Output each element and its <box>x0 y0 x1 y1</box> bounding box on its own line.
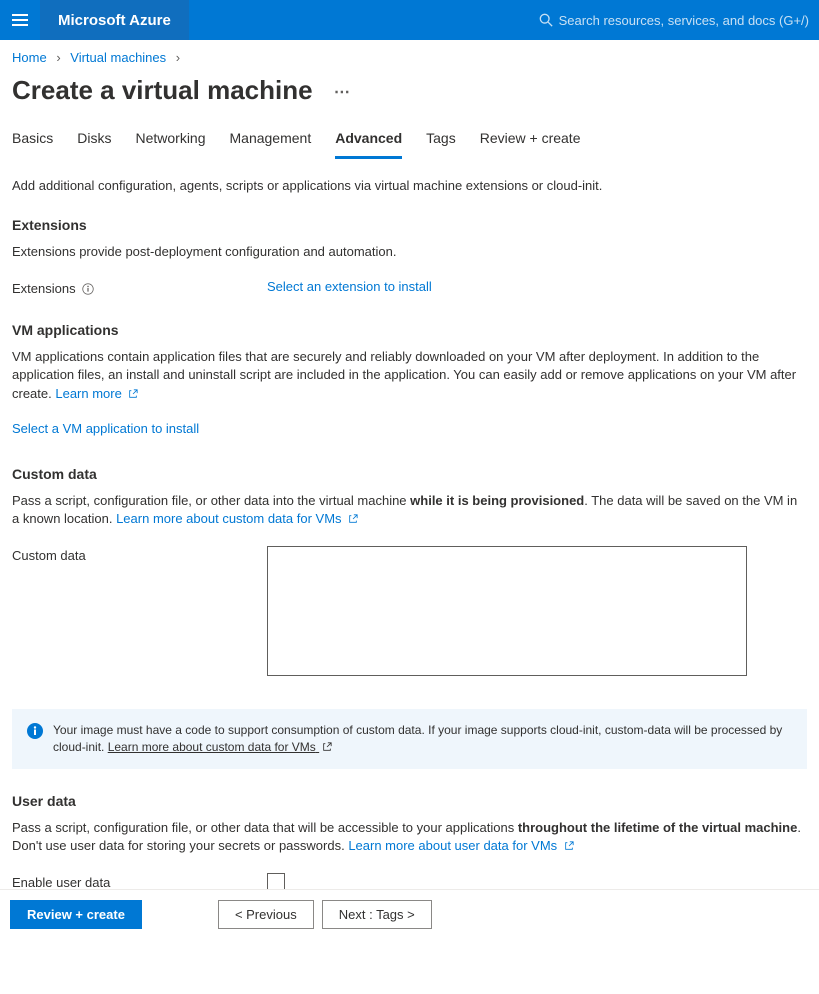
tab-basics[interactable]: Basics <box>12 124 53 159</box>
tab-review-create[interactable]: Review + create <box>480 124 581 159</box>
tab-networking[interactable]: Networking <box>135 124 205 159</box>
tab-tags[interactable]: Tags <box>426 124 456 159</box>
user-data-learn-more-link[interactable]: Learn more about user data for VMs <box>348 838 573 853</box>
breadcrumb: Home › Virtual machines › <box>0 40 819 71</box>
chevron-right-icon: › <box>56 50 60 65</box>
external-link-icon <box>128 389 138 399</box>
external-link-icon <box>564 841 574 851</box>
custom-data-learn-more-link[interactable]: Learn more about custom data for VMs <box>116 511 358 526</box>
tab-advanced[interactable]: Advanced <box>335 124 402 159</box>
intro-text: Add additional configuration, agents, sc… <box>12 178 807 193</box>
external-link-icon <box>322 742 332 752</box>
info-icon <box>27 723 43 756</box>
extensions-field-label: Extensions <box>12 279 267 296</box>
vm-apps-description: VM applications contain application file… <box>12 348 807 403</box>
enable-user-data-label: Enable user data <box>12 873 267 890</box>
extensions-heading: Extensions <box>12 217 807 233</box>
tab-disks[interactable]: Disks <box>77 124 111 159</box>
user-data-heading: User data <box>12 793 807 809</box>
global-search[interactable]: Search resources, services, and docs (G+… <box>529 0 819 40</box>
custom-data-textarea[interactable] <box>267 546 747 676</box>
search-icon <box>539 13 553 27</box>
extensions-description: Extensions provide post-deployment confi… <box>12 243 807 261</box>
custom-data-field-label: Custom data <box>12 546 267 563</box>
menu-toggle[interactable] <box>0 0 40 40</box>
info-box-learn-more-link[interactable]: Learn more about custom data for VMs <box>108 740 332 754</box>
top-header: Microsoft Azure Search resources, servic… <box>0 0 819 40</box>
vm-apps-learn-more-link[interactable]: Learn more <box>55 386 138 401</box>
info-icon[interactable] <box>82 283 94 295</box>
hamburger-icon <box>12 12 28 28</box>
breadcrumb-home[interactable]: Home <box>12 50 47 65</box>
breadcrumb-virtual-machines[interactable]: Virtual machines <box>70 50 166 65</box>
vm-apps-heading: VM applications <box>12 322 807 338</box>
review-create-button[interactable]: Review + create <box>10 900 142 929</box>
next-button[interactable]: Next : Tags > <box>322 900 432 929</box>
page-title: Create a virtual machine ⋯ <box>0 71 819 116</box>
custom-data-description: Pass a script, configuration file, or ot… <box>12 492 807 528</box>
brand-label: Microsoft Azure <box>40 0 189 40</box>
custom-data-heading: Custom data <box>12 466 807 482</box>
wizard-tabs: Basics Disks Networking Management Advan… <box>0 116 819 160</box>
search-placeholder: Search resources, services, and docs (G+… <box>559 13 809 28</box>
external-link-icon <box>348 514 358 524</box>
more-actions-icon[interactable]: ⋯ <box>334 84 350 101</box>
custom-data-info-box: Your image must have a code to support c… <box>12 709 807 769</box>
tab-management[interactable]: Management <box>230 124 312 159</box>
chevron-right-icon: › <box>176 50 180 65</box>
select-extension-link[interactable]: Select an extension to install <box>267 279 432 294</box>
user-data-description: Pass a script, configuration file, or ot… <box>12 819 807 855</box>
select-vm-app-link[interactable]: Select a VM application to install <box>12 421 199 436</box>
previous-button[interactable]: < Previous <box>218 900 314 929</box>
wizard-footer: Review + create < Previous Next : Tags > <box>0 889 819 939</box>
tab-content: Add additional configuration, agents, sc… <box>0 160 819 994</box>
